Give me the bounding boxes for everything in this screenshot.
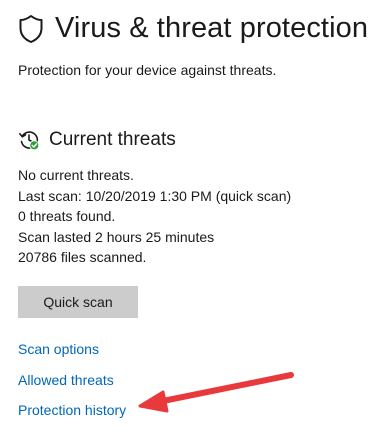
shield-icon: [19, 14, 43, 43]
page-subtitle: Protection for your device against threa…: [18, 62, 277, 78]
current-threats-header: Current threats: [18, 129, 176, 151]
scan-options-link[interactable]: Scan options: [18, 341, 99, 357]
section-title-current-threats: Current threats: [49, 129, 176, 150]
page-title: Virus & threat protection: [55, 12, 369, 44]
files-scanned-text: 20786 files scanned.: [18, 249, 147, 265]
allowed-threats-link[interactable]: Allowed threats: [18, 372, 114, 388]
protection-history-link[interactable]: Protection history: [18, 402, 126, 418]
threats-found-text: 0 threats found.: [18, 208, 116, 224]
quick-scan-button[interactable]: Quick scan: [18, 286, 138, 318]
last-scan-text: Last scan: 10/20/2019 1:30 PM (quick sca…: [18, 187, 292, 204]
page-header: Virus & threat protection: [18, 12, 368, 45]
no-threats-text: No current threats.: [18, 167, 134, 183]
threat-status-block: No current threats. Last scan: 10/20/201…: [18, 165, 291, 268]
scan-duration-text: Scan lasted 2 hours 25 minutes: [18, 228, 215, 245]
threat-history-icon: [19, 131, 40, 151]
